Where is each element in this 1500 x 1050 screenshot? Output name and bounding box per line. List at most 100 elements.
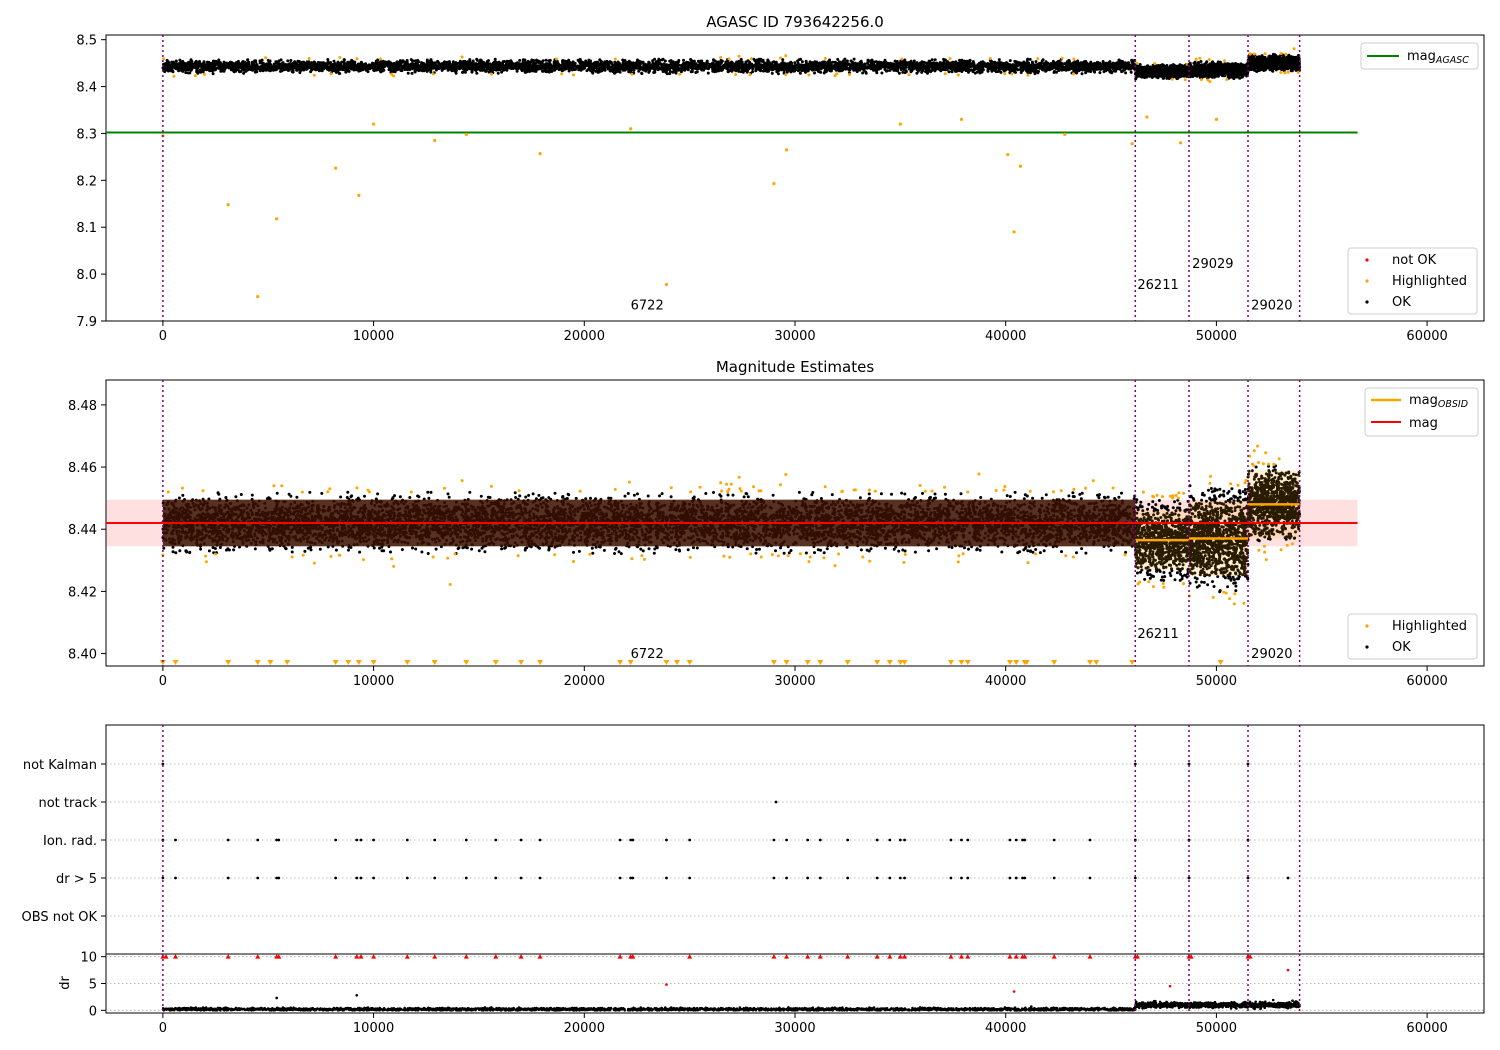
x-tick-label: 60000 (1406, 329, 1447, 344)
flag-point (875, 838, 879, 842)
flag-point (772, 876, 776, 880)
x-tick-label: 10000 (353, 1021, 394, 1036)
flag-point (355, 876, 359, 880)
flag-point (464, 838, 468, 842)
flag-point (1187, 876, 1191, 880)
flag-point (688, 838, 692, 842)
panel1-legend-top: magAGASC (1360, 42, 1479, 70)
flag-point (806, 838, 810, 842)
y-tick-label: 8.48 (68, 399, 97, 414)
figure: AGASC ID 793642256.0 0 10000 20000 30000 400… (0, 0, 1500, 1050)
x-tick-label: 30000 (774, 674, 815, 689)
x-tick-label: 20000 (564, 329, 605, 344)
highlighted-outlier (1012, 230, 1016, 234)
flag-point (785, 876, 788, 880)
y-tick-label: 8.44 (68, 523, 97, 538)
flag-point (806, 876, 810, 880)
flag-point (405, 876, 409, 880)
obsid-label: 29020 (1251, 647, 1292, 662)
legend-ok-marker (1365, 300, 1369, 304)
highlighted-outlier (357, 193, 361, 197)
x-tick-label: 20000 (564, 1021, 605, 1036)
dr-outlier (355, 994, 359, 997)
flag-point (334, 876, 338, 880)
y-tick-label: 8.40 (68, 648, 97, 663)
flag-point (1133, 876, 1137, 880)
x-tick-label: 0 (159, 674, 167, 689)
x-tick-label: 50000 (1196, 1021, 1237, 1036)
highlighted-outlier (1214, 117, 1219, 121)
flag-point (665, 876, 668, 880)
x-tick-label: 40000 (985, 674, 1026, 689)
flag-point (277, 838, 281, 842)
flag-point (949, 876, 953, 880)
panel4-ylabel: dr (58, 976, 73, 990)
category-label: OBS not OK (22, 910, 98, 925)
flag-point (631, 876, 635, 880)
flag-point (618, 838, 622, 842)
legend-notok-label: not OK (1392, 253, 1437, 268)
legend2-ok-label: OK (1392, 640, 1411, 655)
flag-point (1008, 838, 1012, 842)
flag-point (405, 838, 409, 842)
x-tick-label: 20000 (564, 674, 605, 689)
y-tick-label: 10 (80, 951, 97, 966)
dr-red-point (1012, 990, 1016, 993)
flag-point (960, 838, 963, 842)
flag-point (688, 876, 692, 880)
flag-point (1052, 876, 1056, 880)
flag-point (1023, 876, 1027, 880)
flag-point (875, 876, 879, 880)
highlighted-outlier (1063, 132, 1067, 136)
y-tick-label: 5 (89, 978, 97, 993)
flag-point (846, 838, 850, 842)
obsid-label: 6722 (631, 647, 664, 662)
flag-point (1014, 876, 1018, 880)
flag-point (226, 876, 230, 880)
panel1-title: AGASC ID 793642256.0 (706, 13, 884, 31)
x-tick-label: 50000 (1196, 329, 1237, 344)
flag-point (464, 876, 468, 880)
highlighted-outlier (256, 295, 260, 299)
flag-point (846, 876, 850, 880)
highlighted-outlier (1018, 164, 1023, 168)
obsid-label: 26211 (1137, 627, 1178, 642)
flag-point (433, 838, 437, 842)
panel1-legend-bottom: not OK Highlighted OK (1347, 247, 1478, 315)
x-tick-label: 60000 (1406, 1021, 1447, 1036)
legend2-highlighted-marker (1365, 624, 1369, 628)
flag-point (665, 838, 668, 842)
panel2-legend-bottom: Highlighted OK (1347, 613, 1478, 660)
obsid-label: 26211 (1137, 278, 1178, 293)
highlighted-outlier (629, 127, 633, 131)
y-tick-label: 0 (89, 1004, 97, 1019)
highlighted-outlier (784, 148, 789, 152)
flag-point (256, 876, 260, 880)
legend2-ok-marker (1365, 645, 1369, 649)
panel2-legend-top: magOBSID mag (1364, 387, 1479, 437)
flag-point (818, 838, 822, 842)
flag-point (903, 876, 906, 880)
category-label: not track (38, 796, 97, 811)
category-label: Ion. rad. (43, 834, 97, 849)
flag-point (355, 838, 359, 842)
flag-point (256, 838, 260, 842)
flag-point (519, 838, 523, 842)
ok-points (1187, 60, 1250, 81)
flag-point (1023, 838, 1027, 842)
highlighted-outlier (664, 282, 669, 287)
ok-points (1133, 63, 1191, 81)
flag-point (226, 838, 230, 842)
y-tick-label: 8.42 (68, 585, 97, 600)
panel2-title: Magnitude Estimates (716, 358, 874, 376)
highlighted-outlier (275, 217, 279, 221)
flag-point (372, 838, 375, 842)
obsid-label: 29029 (1192, 257, 1233, 272)
y-tick-label: 8.2 (76, 174, 97, 189)
y-tick-label: 8.0 (76, 268, 97, 283)
legend-mag-label: mag (1409, 416, 1438, 431)
highlighted-outlier (1178, 141, 1183, 145)
y-tick-label: 8.3 (76, 127, 97, 142)
highlighted-outlier (959, 117, 964, 121)
flag-point (174, 876, 177, 880)
